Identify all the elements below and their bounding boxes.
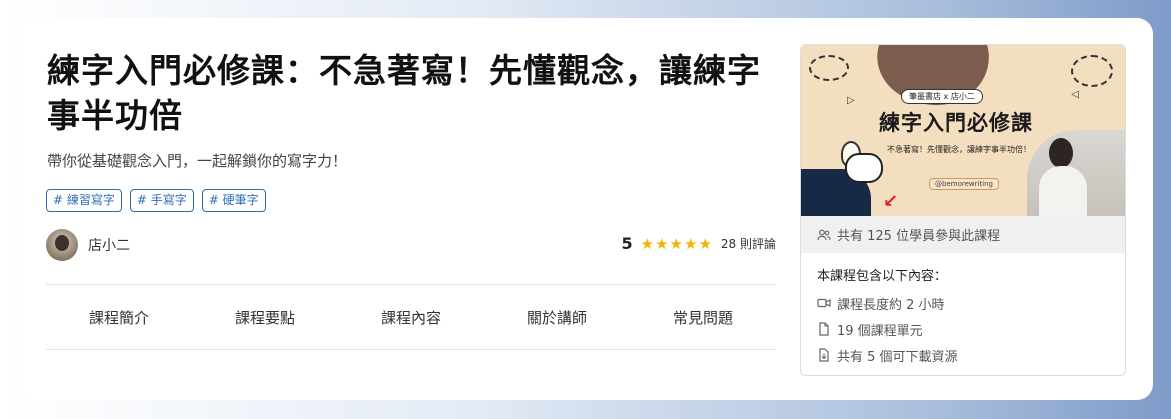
instructor-photo [1027, 130, 1125, 216]
review-count[interactable]: 28 則評論 [721, 235, 776, 252]
include-duration-label: 課程長度約 2 小時 [837, 297, 945, 313]
author-name: 店小二 [88, 238, 130, 254]
include-units-label: 19 個課程單元 [837, 323, 923, 339]
red-arrow-icon: ↙ [883, 191, 899, 212]
doodle-icon [1071, 55, 1113, 87]
play-arrow-icon: ▷ [847, 95, 855, 106]
author[interactable]: 店小二 [46, 229, 130, 261]
learner-count-label: 共有 125 位學員參與此課程 [837, 229, 1001, 244]
include-units: 19 個課程單元 [817, 316, 958, 342]
tag-hard-pen[interactable]: # 硬筆字 [201, 189, 266, 212]
download-file-icon [817, 348, 831, 362]
thumbnail-title: 練字入門必修課 [879, 111, 1033, 135]
thumbnail-handle: @bemorewriting [929, 178, 999, 190]
course-subtitle: 帶你從基礎觀念入門，一起解鎖你的寫字力！ [47, 152, 348, 170]
learner-count: 共有 125 位學員參與此課程 [801, 216, 1125, 253]
users-icon [817, 228, 831, 242]
doodle-icon [809, 55, 849, 81]
tab-instructor[interactable]: 關於講師 [484, 285, 630, 349]
includes-title: 本課程包含以下內容： [817, 269, 948, 284]
avatar [46, 229, 78, 261]
include-duration: 課程長度約 2 小時 [817, 290, 958, 316]
include-resources: 共有 5 個可下載資源 [817, 342, 958, 368]
thumbnail-badge: 筆墨書店 x 店小二 [901, 89, 983, 104]
document-icon [817, 322, 831, 336]
course-thumbnail[interactable]: ▷ ◁ 筆墨書店 x 店小二 練字入門必修課 不急著寫！先懂觀念，讓練字事半功倍… [801, 45, 1125, 216]
tag-list: # 練習寫字 # 手寫字 # 硬筆字 [46, 189, 266, 212]
tab-content[interactable]: 課程內容 [338, 285, 484, 349]
hand-illustration [801, 153, 883, 216]
course-title: 練字入門必修課：不急著寫！先懂觀念，讓練字事半功倍 [47, 51, 761, 135]
video-icon [817, 296, 831, 310]
tab-introduction[interactable]: 課程簡介 [46, 285, 192, 349]
rating: 5 ★★★★★ 28 則評論 [622, 234, 776, 253]
tab-faq[interactable]: 常見問題 [630, 285, 776, 349]
play-arrow-icon: ◁ [1071, 89, 1079, 100]
include-resources-label: 共有 5 個可下載資源 [837, 349, 958, 365]
divider [46, 349, 776, 350]
course-includes: 本課程包含以下內容： 課程長度約 2 小時 19 個課程單元 共有 5 個可下載… [817, 265, 958, 368]
thumbnail-subtitle: 不急著寫！先懂觀念，讓練字事半功倍！ [887, 145, 1031, 154]
tag-handwriting[interactable]: # 手寫字 [129, 189, 194, 212]
star-rating-icon: ★★★★★ [640, 234, 713, 253]
course-sidebar: ▷ ◁ 筆墨書店 x 店小二 練字入門必修課 不急著寫！先懂觀念，讓練字事半功倍… [800, 44, 1126, 376]
tag-practice-writing[interactable]: # 練習寫字 [46, 189, 122, 212]
tab-key-points[interactable]: 課程要點 [192, 285, 338, 349]
course-tabs: 課程簡介 課程要點 課程內容 關於講師 常見問題 [46, 285, 776, 349]
course-card: 練字入門必修課：不急著寫！先懂觀念，讓練字事半功倍 帶你從基礎觀念入門，一起解鎖… [18, 18, 1153, 400]
rating-score: 5 [621, 234, 633, 253]
